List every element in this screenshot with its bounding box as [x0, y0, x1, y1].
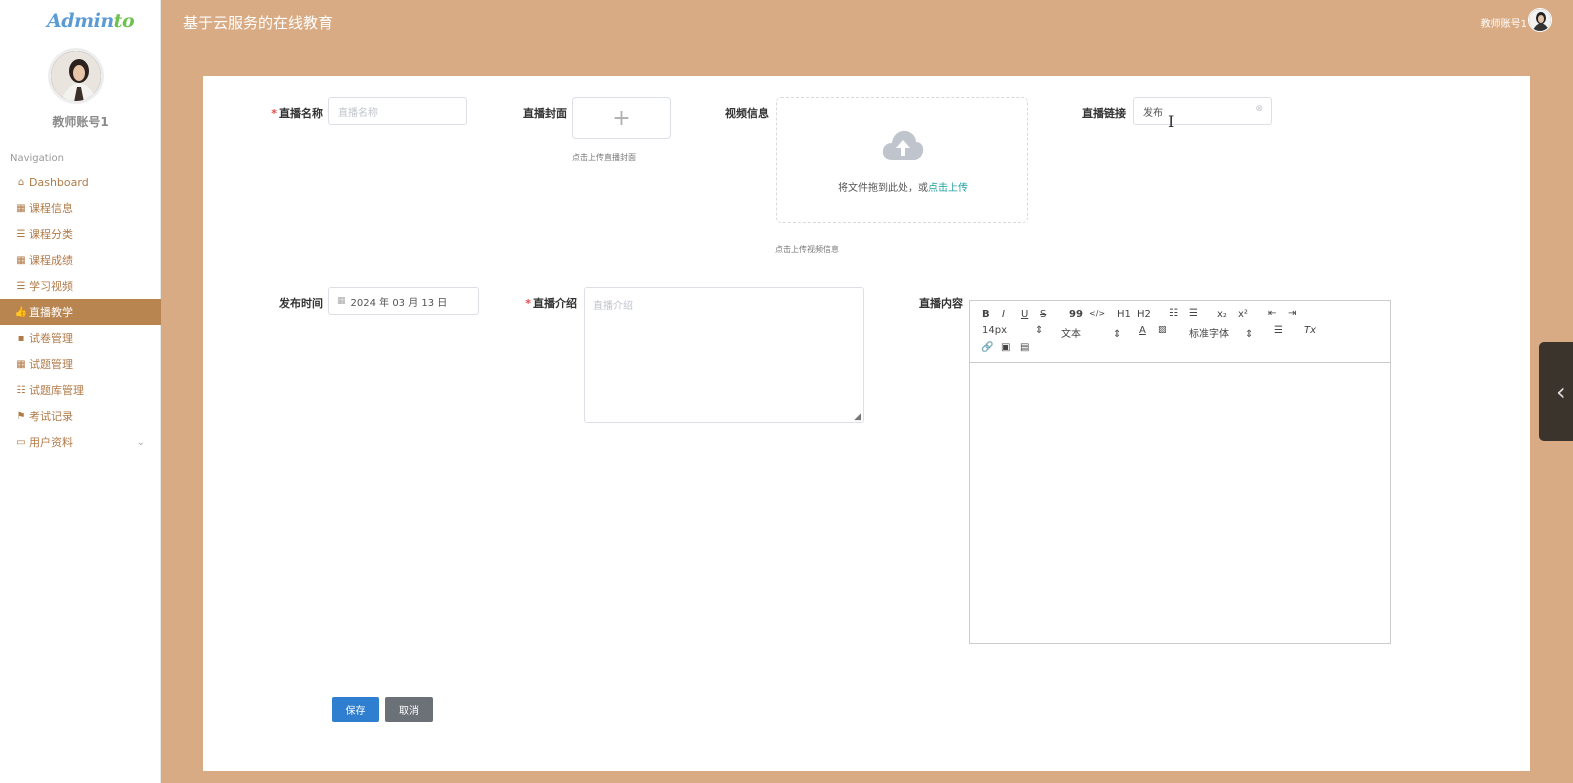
upload-link[interactable]: 点击上传: [928, 183, 968, 194]
sidebar-item-exam-papers[interactable]: ▪ 试卷管理: [0, 325, 161, 351]
cover-label: 直播封面: [523, 107, 567, 120]
flag-icon: ⚑: [16, 410, 26, 422]
video-label: 视频信息: [725, 107, 769, 120]
sidebar-item-live-teaching[interactable]: 👍 直播教学: [0, 299, 161, 325]
page-title: 基于云服务的在线教育: [183, 14, 334, 32]
font-family-select[interactable]: 标准字体 ⇕: [1189, 325, 1253, 340]
header-select[interactable]: 文本 ⇕: [1061, 325, 1121, 340]
grid-icon: ▦: [16, 254, 26, 266]
h2-button[interactable]: H2: [1137, 309, 1151, 320]
sidebar-item-question-bank[interactable]: ☷ 试题库管理: [0, 377, 161, 403]
cancel-button[interactable]: 取消: [385, 697, 433, 722]
publish-time-label: 发布时间: [279, 297, 323, 310]
underline-button[interactable]: U: [1021, 309, 1028, 320]
form-panel: * 直播名称 直播名称 直播封面 + 点击上传直播封面 视频信息 将文件拖到此处，…: [203, 76, 1530, 771]
save-button[interactable]: 保存: [332, 697, 379, 722]
clear-format-button[interactable]: Tx: [1304, 325, 1316, 336]
calendar-icon: ▦: [337, 296, 346, 306]
font-size-select[interactable]: 14px ⇕: [982, 325, 1043, 336]
topbar-username[interactable]: 教师账号1: [1481, 15, 1527, 30]
sidebar-item-course-info[interactable]: ▦ 课程信息: [0, 195, 161, 221]
content-label: 直播内容: [919, 297, 963, 310]
sidebar-item-user-profile[interactable]: ▭ 用户资料 ⌄: [0, 429, 161, 455]
bullet-list-icon[interactable]: ☰: [1189, 308, 1198, 319]
text-cursor-icon: I: [1168, 112, 1175, 131]
name-input[interactable]: 直播名称: [328, 97, 467, 125]
nav-heading: Navigation: [10, 153, 64, 164]
thumbs-up-icon: 👍: [14, 306, 28, 318]
side-panel-toggle[interactable]: ‹: [1539, 342, 1573, 441]
video-hint: 点击上传视频信息: [775, 245, 839, 254]
topbar-avatar[interactable]: [1528, 8, 1552, 32]
intro-label: * 直播介绍: [525, 297, 577, 310]
name-label: * 直播名称: [271, 107, 323, 120]
plus-icon: +: [612, 105, 631, 131]
sidebar-item-exam-records[interactable]: ⚑ 考试记录: [0, 403, 161, 429]
code-button[interactable]: </>: [1089, 309, 1105, 318]
text-color-button[interactable]: A: [1139, 325, 1146, 336]
italic-button[interactable]: I: [1002, 309, 1005, 320]
bold-button[interactable]: B: [982, 309, 990, 320]
grid-icon: ▦: [16, 202, 26, 214]
chevron-down-icon: ⌄: [136, 436, 145, 448]
strike-button[interactable]: S: [1040, 309, 1046, 320]
image-icon[interactable]: ▣: [1001, 342, 1010, 353]
chevron-left-icon: ‹: [1556, 378, 1566, 406]
video-icon[interactable]: ▤: [1020, 342, 1029, 353]
database-icon: ▪: [17, 332, 25, 344]
resize-handle-icon[interactable]: ◢: [854, 412, 861, 422]
select-arrow-icon: ⇕: [1113, 329, 1122, 340]
blockquote-button[interactable]: 99: [1069, 309, 1083, 320]
select-arrow-icon: ⇕: [1245, 329, 1254, 340]
sidebar-nav: ⌂ Dashboard ▦ 课程信息 ☰ 课程分类 ▦ 课程成绩 ☰ 学习视频 👍 直播教学…: [0, 169, 161, 455]
video-dropzone[interactable]: 将文件拖到此处，或点击上传: [776, 97, 1028, 223]
sidebar-item-questions[interactable]: ▦ 试题管理: [0, 351, 161, 377]
h1-button[interactable]: H1: [1117, 309, 1131, 320]
sidebar-item-study-videos[interactable]: ☰ 学习视频: [0, 273, 161, 299]
date-picker[interactable]: ▦ 2024 年 03 月 13 日: [328, 287, 479, 315]
cover-upload[interactable]: +: [572, 97, 671, 139]
link-label: 直播链接: [1082, 107, 1126, 120]
sidebar-item-dashboard[interactable]: ⌂ Dashboard: [0, 169, 161, 195]
cloud-upload-icon: [882, 130, 924, 160]
link-icon[interactable]: 🔗: [981, 342, 993, 353]
ordered-list-icon[interactable]: ☷: [1169, 308, 1178, 319]
app-logo[interactable]: Adminto: [47, 10, 135, 32]
editor-toolbar: B I U S 99 </> H1 H2 ☷ ☰ x₂ x² ⇤ ⇥ 14px ⇕…: [970, 301, 1390, 363]
sidebar: Adminto 教师账号1 Navigation ⌂ Dashboard ▦ 课程信…: [0, 0, 161, 783]
dropzone-text: 将文件拖到此处，或点击上传: [838, 183, 968, 194]
sliders-icon: ☷: [16, 384, 26, 396]
background-color-icon[interactable]: ▨: [1158, 325, 1167, 335]
align-icon[interactable]: ☰: [1274, 325, 1283, 336]
link-input[interactable]: 发布 ⊗: [1133, 97, 1272, 125]
clear-icon[interactable]: ⊗: [1255, 104, 1263, 114]
grid-icon: ▦: [16, 358, 26, 370]
sidebar-username: 教师账号1: [52, 115, 109, 129]
list-icon: ☰: [16, 228, 26, 240]
sidebar-item-course-category[interactable]: ☰ 课程分类: [0, 221, 161, 247]
outdent-icon[interactable]: ⇤: [1268, 308, 1276, 319]
list-icon: ☰: [16, 280, 26, 292]
intro-textarea[interactable]: 直播介绍 ◢: [584, 287, 864, 423]
superscript-button[interactable]: x²: [1238, 309, 1248, 320]
sidebar-item-course-grades[interactable]: ▦ 课程成绩: [0, 247, 161, 273]
select-arrow-icon: ⇕: [1035, 325, 1044, 336]
avatar[interactable]: [48, 48, 104, 104]
watermark: CSDN @凌菲学姐一毕设: [1237, 740, 1528, 770]
home-icon: ⌂: [17, 176, 25, 188]
indent-icon[interactable]: ⇥: [1288, 308, 1296, 319]
card-icon: ▭: [16, 436, 26, 448]
cover-hint: 点击上传直播封面: [572, 153, 636, 162]
subscript-button[interactable]: x₂: [1217, 309, 1227, 320]
rich-text-editor: B I U S 99 </> H1 H2 ☷ ☰ x₂ x² ⇤ ⇥ 14px ⇕…: [969, 300, 1391, 644]
